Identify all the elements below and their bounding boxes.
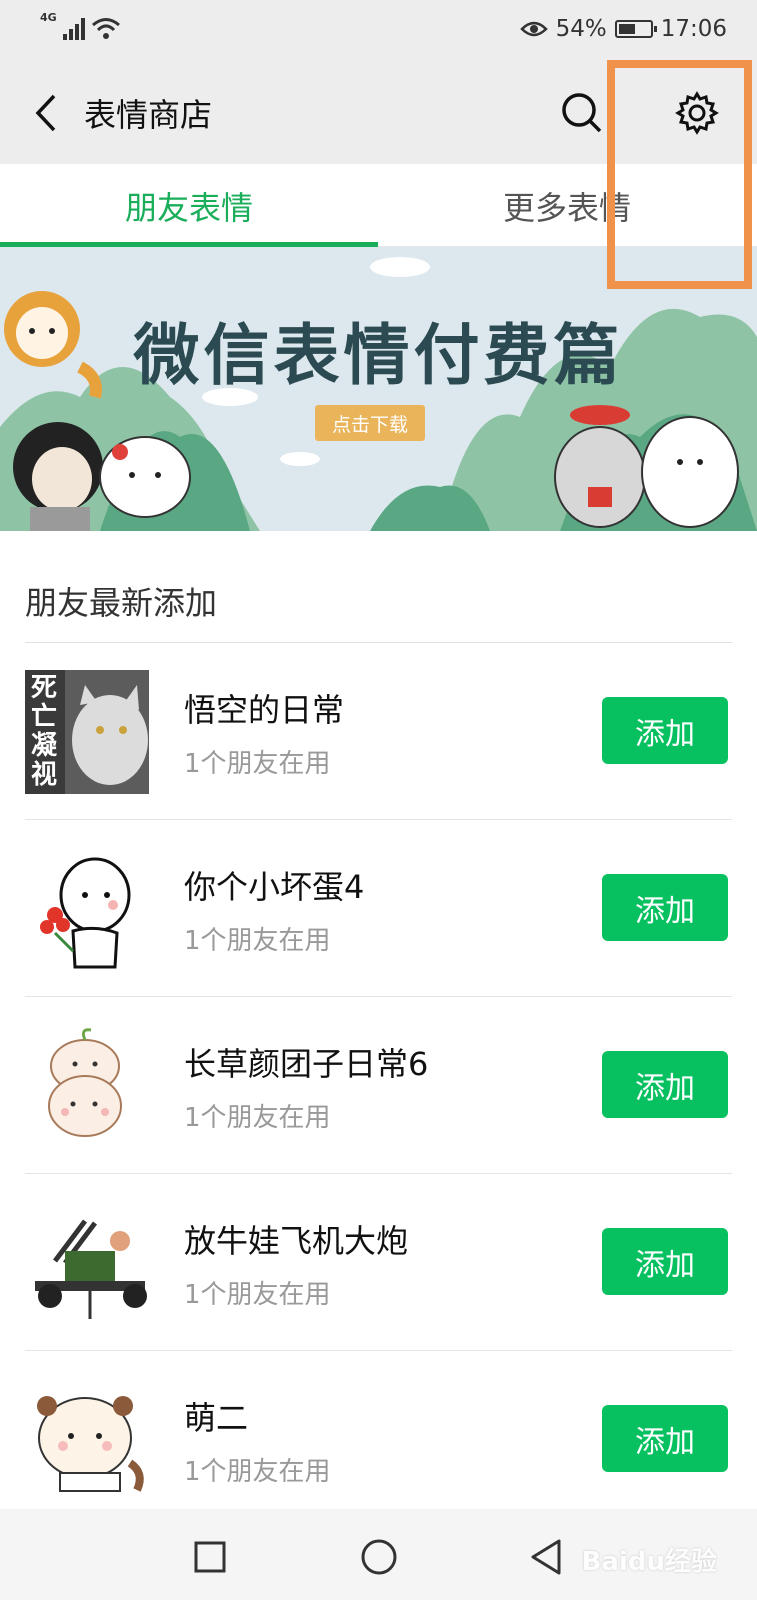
- sticker-usage: 1个朋友在用: [184, 926, 331, 956]
- sticker-thumbnail: [25, 1378, 149, 1502]
- battery-icon: [614, 20, 657, 38]
- back-nav-button[interactable]: [518, 1529, 574, 1585]
- list-item[interactable]: 放牛娃飞机大炮 1个朋友在用 添加: [0, 1174, 757, 1351]
- banner-download-button[interactable]: 点击下载: [315, 405, 425, 441]
- add-button[interactable]: 添加: [602, 1228, 728, 1295]
- circle-icon: [361, 1539, 397, 1575]
- gear-icon: [675, 91, 719, 135]
- tab-bar: 朋友表情 更多表情: [0, 164, 757, 247]
- sticker-thumbnail: [25, 1201, 149, 1325]
- search-icon: [562, 93, 602, 133]
- triangle-back-icon: [531, 1539, 561, 1575]
- sticker-name: 长草颜团子日常6: [184, 1045, 429, 1083]
- sticker-thumbnail: [25, 847, 149, 971]
- add-button[interactable]: 添加: [602, 1405, 728, 1472]
- sticker-name: 放牛娃飞机大炮: [184, 1222, 409, 1260]
- list-item[interactable]: 你个小坏蛋4 1个朋友在用 添加: [0, 820, 757, 997]
- back-button[interactable]: [20, 86, 70, 140]
- status-left: 4G: [40, 11, 121, 40]
- system-nav-bar: Baidu经验: [0, 1509, 757, 1600]
- status-bar: 4G 54% 17:06: [0, 0, 757, 62]
- add-button[interactable]: 添加: [602, 697, 728, 764]
- status-right: 54% 17:06: [519, 16, 727, 42]
- app-header: 表情商店: [0, 62, 757, 164]
- sticker-usage: 1个朋友在用: [184, 749, 331, 779]
- sticker-name: 悟空的日常: [184, 691, 345, 729]
- banner-title: 微信表情付费篇: [133, 317, 624, 394]
- recents-button[interactable]: [182, 1529, 238, 1585]
- thumb-text: 亡: [31, 702, 58, 732]
- page-title: 表情商店: [84, 96, 213, 134]
- thumb-text: 死: [31, 673, 58, 703]
- sticker-name: 萌二: [184, 1399, 249, 1437]
- square-icon: [194, 1541, 226, 1573]
- list-item[interactable]: 死 亡 凝 视 悟空的日常 1个朋友在用 添加: [0, 643, 757, 820]
- add-button[interactable]: 添加: [602, 874, 728, 941]
- search-button[interactable]: [555, 86, 609, 140]
- signal-icon: [62, 18, 85, 40]
- settings-button[interactable]: [670, 86, 724, 140]
- back-arrow-icon: [35, 94, 56, 132]
- tab-more-stickers[interactable]: 更多表情: [378, 164, 756, 247]
- home-button[interactable]: [351, 1529, 407, 1585]
- list-item[interactable]: 长草颜团子日常6 1个朋友在用 添加: [0, 997, 757, 1174]
- eye-icon: [519, 21, 548, 37]
- clock: 17:06: [660, 16, 727, 42]
- list-item[interactable]: 萌二 1个朋友在用 添加: [0, 1351, 757, 1509]
- sticker-usage: 1个朋友在用: [184, 1457, 331, 1487]
- sticker-usage: 1个朋友在用: [184, 1280, 331, 1310]
- thumb-text: 凝: [31, 731, 58, 761]
- section-title: 朋友最新添加: [25, 584, 218, 622]
- sticker-thumbnail: 死 亡 凝 视: [25, 670, 149, 794]
- wifi-icon: [91, 18, 120, 39]
- battery-percent: 54%: [555, 16, 607, 42]
- sticker-usage: 1个朋友在用: [184, 1103, 331, 1133]
- add-button[interactable]: 添加: [602, 1051, 728, 1118]
- sticker-thumbnail: [25, 1024, 149, 1148]
- promo-banner[interactable]: 微信表情付费篇 点击下载: [0, 247, 757, 531]
- thumb-text: 视: [31, 760, 58, 790]
- network-type: 4G: [40, 11, 57, 24]
- watermark: Baidu经验: [581, 1547, 717, 1577]
- sticker-name: 你个小坏蛋4: [184, 868, 365, 906]
- tab-friends-stickers[interactable]: 朋友表情: [0, 164, 378, 247]
